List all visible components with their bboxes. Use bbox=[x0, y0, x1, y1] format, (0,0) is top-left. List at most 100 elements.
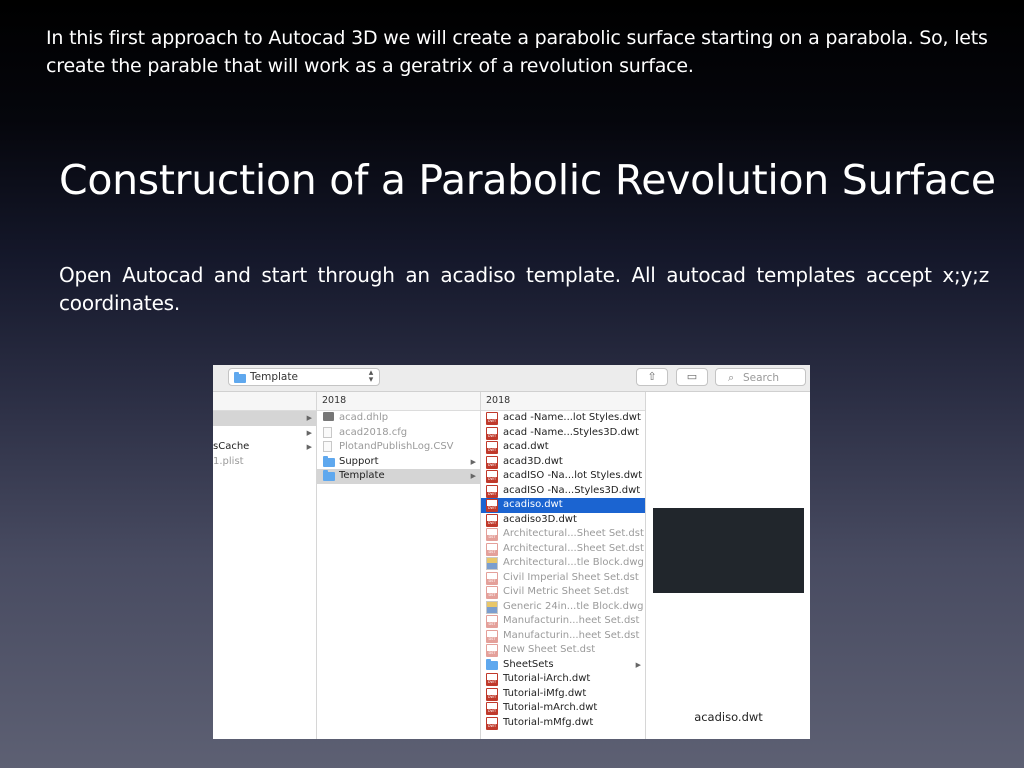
file-row[interactable]: Tutorial-mMfg.dwt bbox=[481, 716, 645, 731]
dwt-icon bbox=[486, 702, 498, 715]
file-row[interactable]: New Sheet Set.dst bbox=[481, 643, 645, 658]
file-row[interactable]: Manufacturin...heet Set.dst bbox=[481, 629, 645, 644]
file-name: Manufacturin...heet Set.dst bbox=[503, 629, 640, 641]
file-row[interactable]: ▶ bbox=[213, 411, 316, 426]
file-preview-thumbnail bbox=[653, 508, 804, 593]
dwt-icon bbox=[486, 499, 498, 512]
file-row[interactable]: acadiso.dwt bbox=[481, 498, 645, 513]
file-row[interactable]: Civil Imperial Sheet Set.dst bbox=[481, 571, 645, 586]
finder-window: Template ▴ ▾ ⇧ ▭ ⌕ Search ▶ ▶ sCache ▶ 1.plis… bbox=[213, 365, 810, 739]
dst-icon bbox=[486, 615, 498, 628]
disclosure-arrow-icon: ▶ bbox=[470, 472, 476, 480]
file-row[interactable]: sCache ▶ bbox=[213, 440, 316, 455]
file-name: New Sheet Set.dst bbox=[503, 644, 596, 655]
updown-chevron-icon: ▴ ▾ bbox=[368, 368, 374, 385]
column-divider[interactable] bbox=[645, 392, 646, 739]
column-2-list: acad.dhlp acad2018.cfg PlotandPublishLog.C… bbox=[317, 411, 480, 484]
column-2-header: 2018 bbox=[317, 392, 480, 411]
finder-toolbar: Template ▴ ▾ ⇧ ▭ ⌕ Search bbox=[213, 365, 810, 392]
file-row[interactable]: Tutorial-iMfg.dwt bbox=[481, 687, 645, 702]
file-name: Civil Imperial Sheet Set.dst bbox=[503, 571, 639, 583]
dwt-icon bbox=[486, 484, 498, 498]
document-icon bbox=[323, 441, 332, 452]
file-name: acad -Name...lot Styles.dwt bbox=[503, 412, 641, 423]
file-row[interactable]: acadiso3D.dwt bbox=[481, 513, 645, 528]
file-name: Tutorial-mArch.dwt bbox=[503, 702, 598, 713]
dst-icon bbox=[486, 644, 498, 657]
file-row[interactable]: acad -Name...Styles3D.dwt bbox=[481, 426, 645, 441]
share-icon: ⇧ bbox=[647, 370, 657, 383]
file-name: Template bbox=[339, 470, 385, 481]
preview-filename: acadiso.dwt bbox=[694, 710, 763, 724]
file-row[interactable]: Template ▶ bbox=[317, 469, 480, 484]
file-name: acadiso.dwt bbox=[503, 499, 563, 510]
search-placeholder: Search bbox=[743, 372, 780, 384]
file-row[interactable]: acad2018.cfg bbox=[317, 426, 480, 441]
file-row[interactable]: Generic 24in...tle Block.dwg bbox=[481, 600, 645, 615]
file-row[interactable]: acadISO -Na...Styles3D.dwt bbox=[481, 484, 645, 499]
file-name: Architectural...Sheet Set.dst bbox=[503, 528, 644, 539]
file-name: SheetSets bbox=[503, 658, 554, 670]
dst-icon bbox=[486, 629, 498, 643]
folder-icon bbox=[486, 658, 498, 670]
file-name: Tutorial-iMfg.dwt bbox=[503, 687, 587, 699]
file-row[interactable]: ▶ bbox=[213, 426, 316, 441]
path-popup-button[interactable]: Template ▴ ▾ bbox=[228, 368, 380, 386]
file-row[interactable]: PlotandPublishLog.CSV bbox=[317, 440, 480, 455]
disclosure-arrow-icon: ▶ bbox=[306, 414, 312, 422]
column-3-header: 2018 bbox=[481, 392, 645, 411]
file-row[interactable]: acad -Name...lot Styles.dwt bbox=[481, 411, 645, 426]
column-1-header bbox=[213, 392, 316, 411]
dwt-icon bbox=[486, 426, 498, 440]
file-name: acad.dhlp bbox=[339, 412, 389, 423]
file-row[interactable]: acad.dwt bbox=[481, 440, 645, 455]
file-name: 1.plist bbox=[213, 455, 244, 467]
file-row[interactable]: acad3D.dwt bbox=[481, 455, 645, 470]
file-name: Architectural...Sheet Set.dst bbox=[503, 542, 644, 554]
finder-column-3: 2018 acad -Name...lot Styles.dwt acad -Na… bbox=[481, 392, 645, 739]
file-row[interactable]: Architectural...Sheet Set.dst bbox=[481, 527, 645, 542]
file-row[interactable]: acad.dhlp bbox=[317, 411, 480, 426]
file-row[interactable]: Tutorial-mArch.dwt bbox=[481, 701, 645, 716]
finder-column-1: ▶ ▶ sCache ▶ 1.plist bbox=[213, 392, 316, 739]
file-row[interactable]: Support ▶ bbox=[317, 455, 480, 470]
file-name: acad -Name...Styles3D.dwt bbox=[503, 426, 639, 438]
path-popup-label: Template bbox=[250, 371, 298, 383]
dwt-icon bbox=[486, 513, 498, 527]
share-button[interactable]: ⇧ bbox=[636, 368, 668, 386]
file-name: acad3D.dwt bbox=[503, 455, 563, 467]
finder-column-2: 2018 acad.dhlp acad2018.cfg PlotandPublish… bbox=[317, 392, 480, 739]
file-row[interactable]: Architectural...Sheet Set.dst bbox=[481, 542, 645, 557]
file-row[interactable]: Architectural...tle Block.dwg bbox=[481, 556, 645, 571]
file-name: sCache bbox=[213, 441, 250, 452]
disclosure-arrow-icon: ▶ bbox=[306, 443, 312, 451]
file-row[interactable]: Civil Metric Sheet Set.dst bbox=[481, 585, 645, 600]
file-row[interactable]: Manufacturin...heet Set.dst bbox=[481, 614, 645, 629]
disclosure-arrow-icon: ▶ bbox=[306, 428, 312, 437]
file-row[interactable]: 1.plist bbox=[213, 455, 316, 470]
disclosure-arrow-icon: ▶ bbox=[470, 457, 476, 466]
file-row[interactable]: SheetSets ▶ bbox=[481, 658, 645, 673]
file-name: Civil Metric Sheet Set.dst bbox=[503, 586, 629, 597]
folder-icon bbox=[323, 455, 335, 467]
file-name: acadiso3D.dwt bbox=[503, 513, 577, 525]
intro-text: In this first approach to Autocad 3D we … bbox=[46, 27, 988, 77]
dwt-icon bbox=[486, 470, 498, 483]
search-field[interactable]: ⌕ Search bbox=[715, 368, 806, 386]
dst-icon bbox=[486, 542, 498, 556]
file-row[interactable]: acadISO -Na...lot Styles.dwt bbox=[481, 469, 645, 484]
instruction-text: Open Autocad and start through an acadis… bbox=[59, 263, 989, 315]
dst-icon bbox=[486, 586, 498, 599]
dwt-icon bbox=[486, 673, 498, 686]
file-name: Architectural...tle Block.dwg bbox=[503, 557, 644, 568]
tags-button[interactable]: ▭ bbox=[676, 368, 708, 386]
document-icon bbox=[323, 426, 332, 438]
disclosure-arrow-icon: ▶ bbox=[635, 660, 641, 669]
file-name: acadISO -Na...lot Styles.dwt bbox=[503, 470, 643, 481]
file-name: acad2018.cfg bbox=[339, 426, 408, 438]
file-name: acad.dwt bbox=[503, 441, 549, 452]
dwt-icon bbox=[486, 716, 498, 730]
file-row[interactable]: Tutorial-iArch.dwt bbox=[481, 672, 645, 687]
dst-icon bbox=[486, 571, 498, 585]
search-icon: ⌕ bbox=[728, 371, 735, 384]
